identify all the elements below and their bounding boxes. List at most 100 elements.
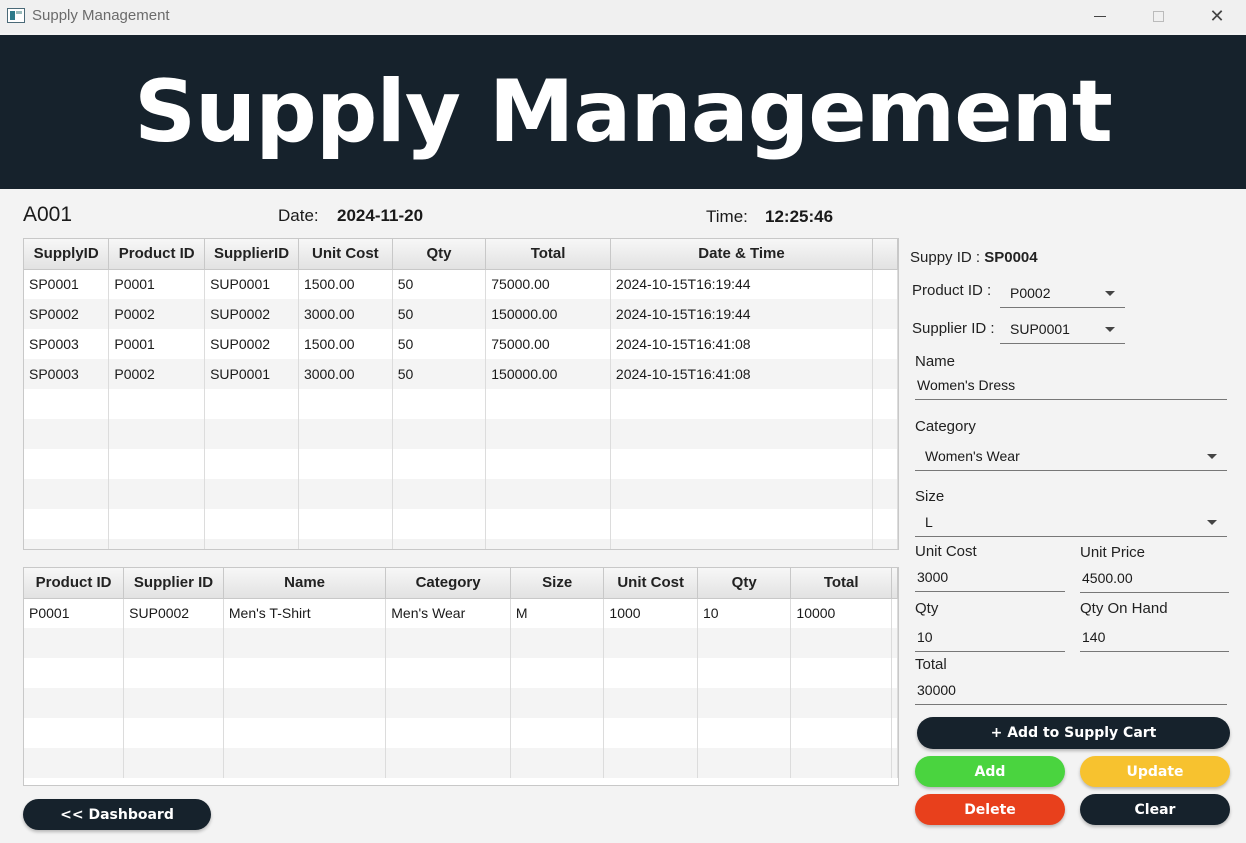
delete-button[interactable]: Delete	[915, 794, 1065, 825]
column-header[interactable]: Supplier ID	[123, 568, 224, 599]
table-cell	[891, 718, 898, 748]
minimize-button[interactable]	[1071, 0, 1129, 33]
dashboard-button[interactable]: << Dashboard	[23, 799, 211, 830]
unit-price-field[interactable]: 4500.00	[1080, 567, 1229, 593]
table-cell	[891, 748, 898, 778]
table-cell: SUP0002	[204, 299, 299, 329]
table-cell	[872, 539, 898, 549]
table-row[interactable]	[24, 748, 898, 778]
table-row[interactable]	[24, 389, 898, 419]
supply-table[interactable]: SupplyID Product ID SupplierID Unit Cost Qty…	[23, 238, 899, 550]
table-cell	[204, 419, 299, 449]
table-cell	[24, 628, 125, 658]
category-combobox[interactable]: Women's Wear	[915, 441, 1227, 471]
app-icon	[7, 8, 25, 23]
add-button[interactable]: Add	[915, 756, 1065, 787]
table-cell: SP0002	[24, 299, 110, 329]
table-cell: 150000.00	[485, 359, 611, 389]
table-cell	[790, 718, 892, 748]
category-label: Category	[915, 418, 976, 435]
table-row[interactable]: P0001 SUP0002 Men's T-Shirt Men's Wear M 1000…	[24, 598, 898, 628]
table-cell	[872, 329, 898, 359]
table-cell: SUP0001	[204, 269, 299, 299]
table-row[interactable]	[24, 688, 898, 718]
table-cell	[392, 539, 487, 549]
table-cell	[123, 718, 224, 748]
table-cell: P0001	[24, 598, 125, 628]
total-label: Total	[915, 656, 947, 673]
table-cell	[603, 748, 698, 778]
product-id-combobox[interactable]: P0002	[1000, 278, 1125, 308]
column-header[interactable]: SupplierID	[204, 239, 299, 270]
table-row[interactable]	[24, 449, 898, 479]
qty-field[interactable]: 10	[915, 626, 1065, 652]
maximize-button[interactable]	[1129, 0, 1187, 33]
add-to-supply-cart-button[interactable]: + Add to Supply Cart	[917, 717, 1230, 749]
column-header[interactable]: Product ID	[108, 239, 206, 270]
table-row[interactable]: SP0003 P0002 SUP0001 3000.00 50 150000.00 2024…	[24, 359, 898, 389]
table-cell	[24, 718, 125, 748]
name-field[interactable]: Women's Dress	[915, 374, 1227, 400]
table-row[interactable]	[24, 419, 898, 449]
table-cell	[24, 748, 125, 778]
column-header[interactable]: Unit Cost	[298, 239, 393, 270]
table-cell	[108, 449, 206, 479]
clear-button[interactable]: Clear	[1080, 794, 1230, 825]
maximize-icon	[1152, 11, 1164, 22]
column-header[interactable]: Total	[790, 568, 892, 599]
table-cell	[24, 389, 110, 419]
table-cell	[510, 628, 605, 658]
table-row[interactable]	[24, 718, 898, 748]
table-cell	[24, 479, 110, 509]
close-button[interactable]: ✕	[1188, 0, 1246, 33]
table-row[interactable]	[24, 628, 898, 658]
table-cell	[223, 628, 387, 658]
table-row[interactable]	[24, 509, 898, 539]
column-header[interactable]: Qty	[697, 568, 792, 599]
column-header[interactable]: Size	[510, 568, 605, 599]
cart-table[interactable]: Product ID Supplier ID Name Category Size Uni…	[23, 567, 899, 786]
table-row[interactable]	[24, 539, 898, 549]
unit-cost-field[interactable]: 3000	[915, 566, 1065, 592]
table-row[interactable]: SP0001 P0001 SUP0001 1500.00 50 75000.00 2024-…	[24, 269, 898, 299]
date-value: 2024-11-20	[337, 206, 424, 225]
table-cell	[790, 628, 892, 658]
table-row[interactable]	[24, 479, 898, 509]
table-cell	[204, 539, 299, 549]
table-cell	[510, 688, 605, 718]
table-cell	[223, 688, 387, 718]
table-cell	[204, 479, 299, 509]
supply-id-value: SP0004	[984, 249, 1038, 266]
size-combobox[interactable]: L	[915, 507, 1227, 537]
table-cell	[24, 449, 110, 479]
table-cell: 50	[392, 269, 487, 299]
table-cell	[485, 449, 611, 479]
table-cell: 2024-10-15T16:41:08	[610, 359, 874, 389]
table-cell: 2024-10-15T16:41:08	[610, 329, 874, 359]
column-header[interactable]: Unit Cost	[603, 568, 698, 599]
supplier-id-combobox[interactable]: SUP0001	[1000, 314, 1125, 344]
column-header[interactable]: Qty	[392, 239, 487, 270]
qty-on-hand-field[interactable]: 140	[1080, 626, 1229, 652]
table-cell: P0001	[108, 329, 206, 359]
update-button[interactable]: Update	[1080, 756, 1230, 787]
table-row[interactable]: SP0003 P0001 SUP0002 1500.00 50 75000.00 2024-…	[24, 329, 898, 359]
table-cell	[872, 359, 898, 389]
table-cell	[123, 748, 224, 778]
column-header[interactable]: SupplyID	[24, 239, 110, 270]
column-header[interactable]: Name	[223, 568, 387, 599]
table-row[interactable]	[24, 658, 898, 688]
table-cell	[603, 688, 698, 718]
column-header[interactable]: Date & Time	[610, 239, 874, 270]
table-cell	[485, 389, 611, 419]
table-cell: 10000	[790, 598, 892, 628]
table-row[interactable]: SP0002 P0002 SUP0002 3000.00 50 150000.00 2024…	[24, 299, 898, 329]
table-cell	[24, 658, 125, 688]
column-header[interactable]: Product ID	[24, 568, 125, 599]
total-field[interactable]: 30000	[915, 679, 1227, 705]
chevron-down-icon	[1105, 291, 1115, 296]
column-header[interactable]: Category	[385, 568, 511, 599]
table-cell	[204, 509, 299, 539]
table-cell	[24, 419, 110, 449]
column-header[interactable]: Total	[485, 239, 611, 270]
